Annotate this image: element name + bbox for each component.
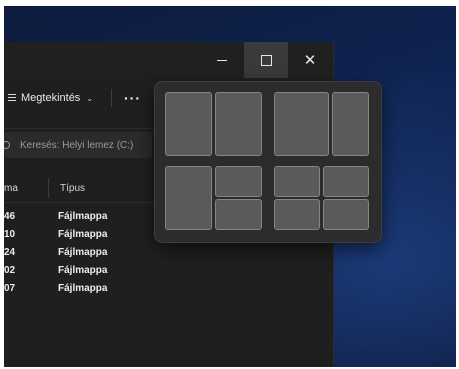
type-cell: Fájlmappa: [58, 283, 108, 294]
snap-zone[interactable]: [274, 199, 320, 230]
snap-zone[interactable]: [323, 199, 369, 230]
snap-zone[interactable]: [274, 166, 320, 197]
type-cell: Fájlmappa: [58, 211, 108, 222]
column-header-type[interactable]: Típus: [60, 183, 85, 194]
close-button[interactable]: ✕: [288, 42, 332, 78]
title-bar[interactable]: ✕: [4, 42, 333, 78]
view-menu-label: Megtekintés: [21, 92, 81, 104]
close-icon: ✕: [303, 52, 317, 69]
snap-zone[interactable]: [165, 166, 212, 230]
snap-zone[interactable]: [215, 166, 262, 197]
view-list-icon: [8, 93, 16, 103]
search-placeholder: Keresés: Helyi lemez (C:): [20, 139, 134, 151]
snap-layout-two-thirds-one-third[interactable]: [274, 92, 369, 156]
snap-zone[interactable]: [215, 92, 262, 156]
column-resize-handle[interactable]: [48, 178, 49, 198]
search-box[interactable]: Keresés: Helyi lemez (C:): [4, 132, 152, 158]
snap-zone[interactable]: [323, 166, 369, 197]
modified-cell: 24: [4, 247, 16, 258]
column-header-name[interactable]: ma: [4, 183, 18, 194]
modified-cell: 46: [4, 211, 16, 222]
modified-cell: 02: [4, 265, 16, 276]
table-row[interactable]: 24 Fájlmappa: [4, 244, 333, 262]
snap-zone[interactable]: [332, 92, 369, 156]
modified-cell: 07: [4, 283, 16, 294]
minimize-button[interactable]: [200, 42, 244, 78]
snap-zone[interactable]: [165, 92, 212, 156]
snap-layout-half-quarter-quarter[interactable]: [165, 166, 262, 230]
snap-zone[interactable]: [215, 199, 262, 230]
more-options-button[interactable]: ···: [124, 90, 141, 106]
snap-zone[interactable]: [274, 92, 329, 156]
type-cell: Fájlmappa: [58, 265, 108, 276]
table-row[interactable]: 07 Fájlmappa: [4, 280, 333, 298]
modified-cell: 10: [4, 229, 16, 240]
view-menu-button[interactable]: Megtekintés ⌄: [8, 92, 93, 104]
maximize-icon: [260, 54, 272, 66]
minimize-icon: [217, 59, 227, 61]
desktop-wallpaper: ✕ Megtekintés ⌄ ··· Keresés: Helyi lemez…: [4, 6, 456, 367]
snap-layouts-flyout: [154, 81, 382, 243]
type-cell: Fájlmappa: [58, 229, 108, 240]
search-icon: [4, 141, 10, 149]
snap-layout-half-half[interactable]: [165, 92, 262, 156]
type-cell: Fájlmappa: [58, 247, 108, 258]
snap-layout-quadrants[interactable]: [274, 166, 369, 230]
table-row[interactable]: 02 Fájlmappa: [4, 262, 333, 280]
toolbar-divider: [111, 89, 113, 107]
chevron-down-icon: ⌄: [86, 93, 94, 103]
maximize-button[interactable]: [244, 42, 288, 78]
